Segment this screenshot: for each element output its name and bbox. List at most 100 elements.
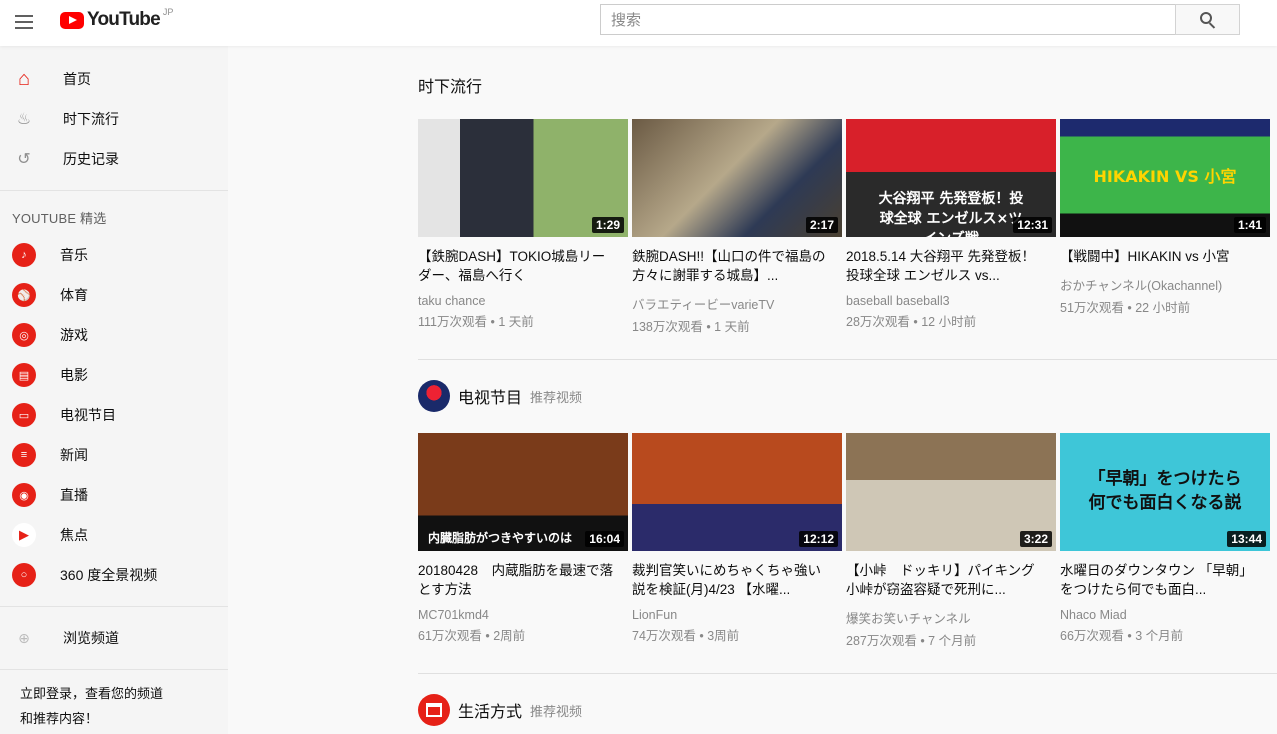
shelf-title[interactable]: 电视节目: [458, 384, 522, 408]
sidebar-item-gaming[interactable]: ◎ 游戏: [0, 315, 228, 355]
sidebar-item-trending[interactable]: ♨ 时下流行: [0, 99, 228, 139]
thumbnail-caption: HIKAKIN VS 小宮: [1093, 167, 1237, 186]
divider: [0, 669, 228, 670]
search-icon: [1199, 11, 1212, 24]
video-title[interactable]: 【戦闘中】HIKAKIN vs 小宮: [1060, 247, 1270, 266]
video-meta: 61万次观看 • 2周前: [418, 629, 526, 643]
lifestyle-icon: [426, 703, 442, 717]
video-title[interactable]: 【小峠 ドッキリ】パイキング小峠が窃盗容疑で死刑に...: [846, 561, 1056, 599]
masthead: YouTube JP 搜索: [0, 0, 1277, 46]
channel-name[interactable]: LionFun: [632, 608, 842, 622]
video-card[interactable]: 大谷翔平 先発登板！投球全球 エンゼルス×ツインズ戦 12:31 2018.5.…: [846, 119, 1056, 335]
video-card[interactable]: 「早朝」をつけたら何でも面白くなる説 13:44 水曜日のダウンタウン 「早朝」…: [1060, 433, 1270, 649]
sidebar: ⌂ 首页 ♨ 时下流行 ↺ 历史记录 YOUTUBE 精选 ♪ 音乐 ⚾ 体育 …: [0, 46, 228, 734]
video-thumbnail[interactable]: 内臓脂肪がつきやすいのは 16:04: [418, 433, 628, 551]
gaming-icon: ◎: [12, 323, 36, 347]
sidebar-item-label: 焦点: [60, 527, 88, 543]
shelf-subtitle: 推荐视频: [530, 389, 583, 405]
video-thumbnail[interactable]: 3:22: [846, 433, 1056, 551]
sidebar-item-label: 体育: [60, 287, 88, 303]
channel-name[interactable]: Nhaco Miad: [1060, 608, 1270, 622]
shelf-divider: [418, 359, 1277, 360]
sidebar-item-label: 360 度全景视频: [60, 567, 158, 583]
channel-avatar[interactable]: [418, 380, 450, 412]
logo-text: YouTube: [87, 9, 161, 30]
channel-name[interactable]: 爆笑お笑いチャンネル: [846, 608, 1056, 627]
sidebar-item-home[interactable]: ⌂ 首页: [0, 59, 228, 99]
shelf-subtitle: 推荐视频: [530, 703, 583, 719]
sidebar-item-movies[interactable]: ▤ 电影: [0, 355, 228, 395]
video-thumbnail[interactable]: 1:29: [418, 119, 628, 237]
tv-icon: ▭: [12, 403, 36, 427]
sidebar-item-browse-channels[interactable]: ⊕ 浏览频道: [0, 618, 228, 658]
sidebar-item-news[interactable]: ≡ 新闻: [0, 435, 228, 475]
shelf-divider: [418, 673, 1277, 674]
sidebar-item-label: 历史记录: [63, 151, 119, 167]
sidebar-item-history[interactable]: ↺ 历史记录: [0, 139, 228, 179]
sidebar-item-music[interactable]: ♪ 音乐: [0, 235, 228, 275]
news-icon: ≡: [12, 443, 36, 467]
play-logo-icon: [60, 11, 84, 29]
search-button[interactable]: [1175, 4, 1240, 35]
video-card[interactable]: 12:12 裁判官笑いにめちゃくちゃ強い説を検証(月)4/23 【水曜... L…: [632, 433, 842, 649]
video-card[interactable]: 内臓脂肪がつきやすいのは 16:04 20180428 内蔵脂肪を最速で落とす方…: [418, 433, 628, 649]
duration-badge: 2:17: [805, 217, 838, 233]
channel-name[interactable]: バラエティービーvarieTV: [632, 294, 842, 313]
video-meta: 51万次观看 • 22 小时前: [1060, 301, 1191, 315]
channel-name[interactable]: おかチャンネル(Okachannel): [1060, 275, 1270, 294]
shelf-title[interactable]: 生活方式: [458, 698, 522, 722]
channel-name[interactable]: MC701kmd4: [418, 608, 628, 622]
video-card[interactable]: HIKAKIN VS 小宮 1:41 【戦闘中】HIKAKIN vs 小宮 おか…: [1060, 119, 1270, 335]
youtube-logo[interactable]: YouTube JP: [60, 7, 174, 32]
video-title[interactable]: 20180428 内蔵脂肪を最速で落とす方法: [418, 561, 628, 599]
home-icon: ⌂: [17, 67, 31, 90]
video-title[interactable]: 裁判官笑いにめちゃくちゃ強い説を検証(月)4/23 【水曜...: [632, 561, 842, 599]
video-thumbnail[interactable]: 12:12: [632, 433, 842, 551]
search-input[interactable]: 搜索: [600, 4, 1176, 35]
sidebar-item-label: 浏览频道: [63, 630, 119, 646]
video-thumbnail[interactable]: 大谷翔平 先発登板！投球全球 エンゼルス×ツインズ戦 12:31: [846, 119, 1056, 237]
sidebar-item-spotlight[interactable]: ▶ 焦点: [0, 515, 228, 555]
sidebar-item-sports[interactable]: ⚾ 体育: [0, 275, 228, 315]
duration-badge: 1:41: [1233, 217, 1266, 233]
divider: [0, 190, 228, 191]
video-card[interactable]: 3:22 【小峠 ドッキリ】パイキング小峠が窃盗容疑で死刑に... 爆笑お笑いチ…: [846, 433, 1056, 649]
duration-badge: 13:44: [1227, 531, 1266, 547]
sports-icon: ⚾: [12, 283, 36, 307]
video-thumbnail[interactable]: HIKAKIN VS 小宮 1:41: [1060, 119, 1270, 237]
video-meta: 138万次观看 • 1 天前: [632, 320, 750, 334]
video-title[interactable]: 【鉄腕DASH】TOKIO城島リーダー、福島へ行く: [418, 247, 628, 285]
menu-icon[interactable]: [12, 10, 36, 34]
video-meta: 66万次观看 • 3 个月前: [1060, 629, 1184, 643]
shelf-header: 生活方式 推荐视频: [418, 694, 582, 726]
video-card[interactable]: 2:17 鉄腕DASH!!【山口の件で福島の方々に謝罪する城島】... バラエテ…: [632, 119, 842, 335]
video-meta: 28万次观看 • 12 小时前: [846, 315, 977, 329]
sidebar-item-label: 电影: [60, 367, 88, 383]
video-title[interactable]: 鉄腕DASH!!【山口の件で福島の方々に謝罪する城島】...: [632, 247, 842, 285]
shelf-title[interactable]: 时下流行: [418, 73, 482, 97]
video-thumbnail[interactable]: 2:17: [632, 119, 842, 237]
sidebar-item-label: 直播: [60, 487, 88, 503]
logo-region: JP: [162, 7, 174, 17]
video-meta: 111万次观看 • 1 天前: [418, 315, 534, 329]
video-meta: 287万次观看 • 7 个月前: [846, 634, 977, 648]
duration-badge: 12:31: [1013, 217, 1052, 233]
channel-name[interactable]: baseball baseball3: [846, 294, 1056, 308]
sidebar-item-label: 新闻: [60, 447, 88, 463]
video-card[interactable]: 1:29 【鉄腕DASH】TOKIO城島リーダー、福島へ行く taku chan…: [418, 119, 628, 335]
channel-avatar[interactable]: [418, 694, 450, 726]
sidebar-item-live[interactable]: ◉ 直播: [0, 475, 228, 515]
sidebar-item-label: 时下流行: [63, 111, 119, 127]
video-title[interactable]: 2018.5.14 大谷翔平 先発登板！投球全球 エンゼルス vs...: [846, 247, 1056, 285]
channel-name[interactable]: taku chance: [418, 294, 628, 308]
spotlight-icon: ▶: [12, 523, 36, 547]
video-title[interactable]: 水曜日のダウンタウン 「早朝」をつけたら何でも面白...: [1060, 561, 1270, 599]
video-row: 1:29 【鉄腕DASH】TOKIO城島リーダー、福島へ行く taku chan…: [418, 119, 1274, 335]
duration-badge: 16:04: [585, 531, 624, 547]
history-icon: ↺: [17, 151, 31, 168]
sidebar-item-tv[interactable]: ▭ 电视节目: [0, 395, 228, 435]
signin-prompt: 立即登录，查看您的频道和推荐内容！: [20, 686, 164, 726]
sidebar-item-360[interactable]: ○ 360 度全景视频: [0, 555, 228, 595]
sidebar-item-label: 音乐: [60, 247, 88, 263]
video-thumbnail[interactable]: 「早朝」をつけたら何でも面白くなる説 13:44: [1060, 433, 1270, 551]
